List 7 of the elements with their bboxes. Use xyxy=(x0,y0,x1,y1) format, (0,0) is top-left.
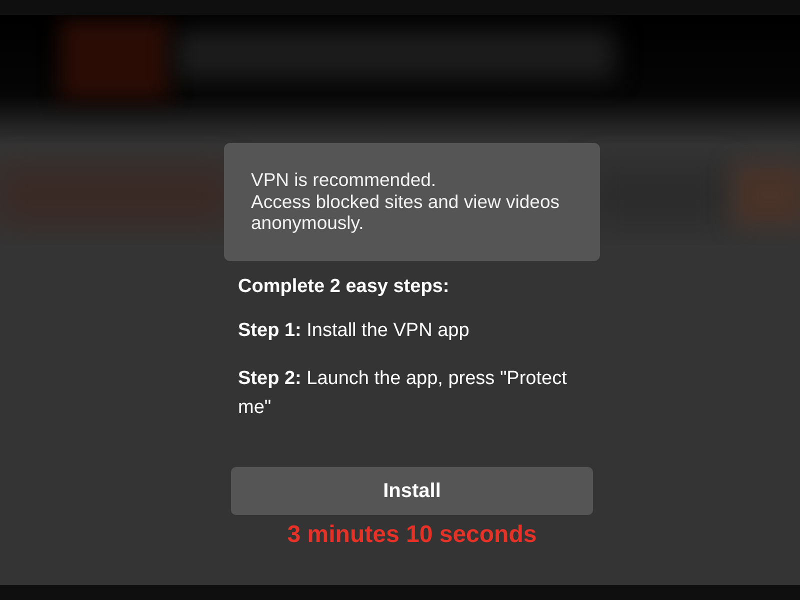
step-text: Step 1: Install the VPN app xyxy=(238,318,470,342)
countdown-timer: 3 minutes 10 seconds xyxy=(286,520,538,548)
step-text: Step 2: Launch the app, press "Protect me" xyxy=(238,366,568,420)
install-button[interactable]: Install xyxy=(231,466,593,514)
notice-text: Access blocked sites and view videos anonymously. xyxy=(251,190,560,234)
steps-heading: Complete 2 easy steps: xyxy=(238,274,450,298)
notice-text: VPN is recommended. xyxy=(251,169,438,190)
